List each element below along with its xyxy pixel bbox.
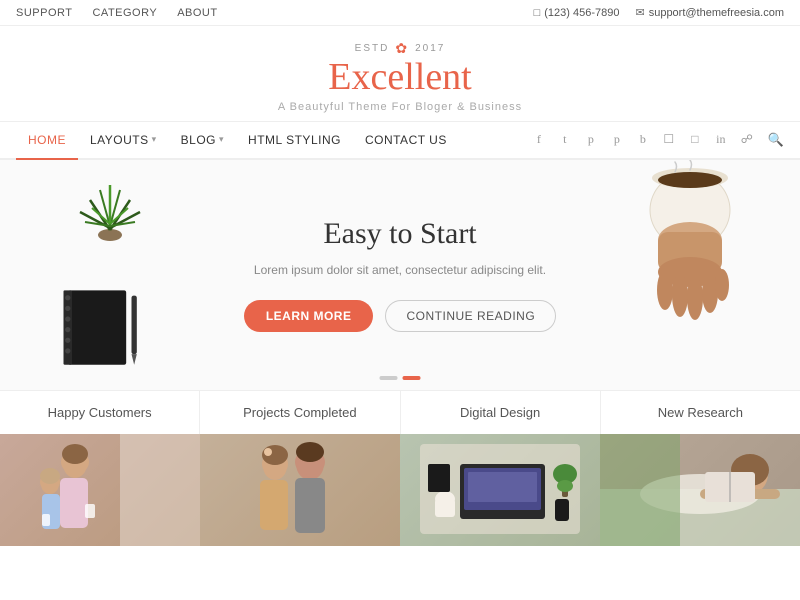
hero-coffee-decoration — [610, 160, 780, 390]
pinterest2-icon[interactable]: p — [608, 132, 626, 147]
logo-title-rest: xcellent — [351, 56, 471, 98]
nav-bar: HOME LAYOUTS ▾ BLOG ▾ HTML STYLING CONTA… — [0, 122, 800, 160]
nav-contact[interactable]: CONTACT US — [353, 121, 459, 159]
instagram-icon[interactable]: ☐ — [660, 132, 678, 147]
gallery-item-3[interactable] — [400, 434, 600, 546]
email-info: ✉ support@themefreesia.com — [635, 6, 784, 19]
stat-new-research: New Research — [601, 391, 800, 434]
pinterest-icon[interactable]: p — [582, 132, 600, 147]
stat-digital-label: Digital Design — [409, 405, 592, 420]
mail-icon: ✉ — [635, 6, 644, 19]
email-address: support@themefreesia.com — [649, 7, 784, 19]
estd-label: ESTD — [355, 43, 390, 54]
twitter-icon[interactable]: t — [556, 132, 574, 147]
stats-section: Happy Customers Projects Completed Digit… — [0, 390, 800, 434]
top-bar: SUPPORT CATEGORY ABOUT □ (123) 456-7890 … — [0, 0, 800, 26]
logo-estd: ESTD ✿ 2017 — [0, 40, 800, 57]
blog-dropdown-arrow: ▾ — [219, 134, 224, 145]
gallery-item-1[interactable] — [0, 434, 200, 546]
hero-subtitle: Lorem ipsum dolor sit amet, consectetur … — [244, 261, 556, 280]
gallery-item-4[interactable] — [600, 434, 800, 546]
phone-info: □ (123) 456-7890 — [534, 7, 620, 19]
reddit-icon[interactable]: □ — [686, 132, 704, 147]
stat-digital-design: Digital Design — [401, 391, 601, 434]
facebook-icon[interactable]: f — [530, 132, 548, 147]
hero-plant-decoration — [70, 170, 160, 260]
hero-title: Easy to Start — [244, 217, 556, 251]
continue-reading-button[interactable]: CONTINUE READING — [385, 300, 556, 332]
hero-buttons: LEARN MORE CONTINUE READING — [244, 300, 556, 332]
hero-content: Easy to Start Lorem ipsum dolor sit amet… — [244, 217, 556, 332]
logo-letter-e: E — [328, 56, 351, 98]
top-bar-links: SUPPORT CATEGORY ABOUT — [16, 7, 218, 19]
flower-icon: ✿ — [395, 40, 409, 57]
phone-icon: □ — [534, 7, 541, 19]
logo-title[interactable]: Excellent — [0, 57, 800, 99]
hero-section: Easy to Start Lorem ipsum dolor sit amet… — [0, 160, 800, 390]
stat-projects-completed: Projects Completed — [200, 391, 400, 434]
top-bar-contact: □ (123) 456-7890 ✉ support@themefreesia.… — [534, 6, 784, 19]
nav-left: HOME LAYOUTS ▾ BLOG ▾ HTML STYLING CONTA… — [16, 121, 459, 159]
link-icon[interactable]: ☍ — [738, 132, 756, 147]
layouts-dropdown-arrow: ▾ — [152, 134, 157, 145]
category-link[interactable]: CATEGORY — [92, 7, 157, 19]
nav-home[interactable]: HOME — [16, 122, 78, 160]
support-link[interactable]: SUPPORT — [16, 7, 72, 19]
stat-research-label: New Research — [609, 405, 792, 420]
nav-html-styling[interactable]: HTML STYLING — [236, 121, 353, 159]
logo-tagline: A Beautyful Theme For Bloger & Business — [0, 101, 800, 113]
hero-notebook-decoration — [55, 285, 140, 370]
phone-number: (123) 456-7890 — [544, 7, 619, 19]
slider-dots — [380, 376, 421, 380]
nav-blog[interactable]: BLOG ▾ — [169, 121, 236, 159]
nav-layouts[interactable]: LAYOUTS ▾ — [78, 121, 169, 159]
stat-happy-customers-label: Happy Customers — [8, 405, 191, 420]
behance-icon[interactable]: b — [634, 132, 652, 147]
linkedin-icon[interactable]: in — [712, 132, 730, 147]
logo-area: ESTD ✿ 2017 Excellent A Beautyful Theme … — [0, 26, 800, 122]
stat-happy-customers: Happy Customers — [0, 391, 200, 434]
learn-more-button[interactable]: LEARN MORE — [244, 300, 374, 332]
about-link[interactable]: ABOUT — [177, 7, 217, 19]
gallery-item-2[interactable] — [200, 434, 400, 546]
search-icon[interactable]: 🔍 — [768, 132, 784, 148]
logo-year: 2017 — [415, 43, 445, 54]
gallery-section — [0, 434, 800, 546]
stat-projects-label: Projects Completed — [208, 405, 391, 420]
nav-social: f t p p b ☐ □ in ☍ 🔍 — [530, 132, 784, 148]
slider-dot-1[interactable] — [380, 376, 398, 380]
slider-dot-2[interactable] — [403, 376, 421, 380]
